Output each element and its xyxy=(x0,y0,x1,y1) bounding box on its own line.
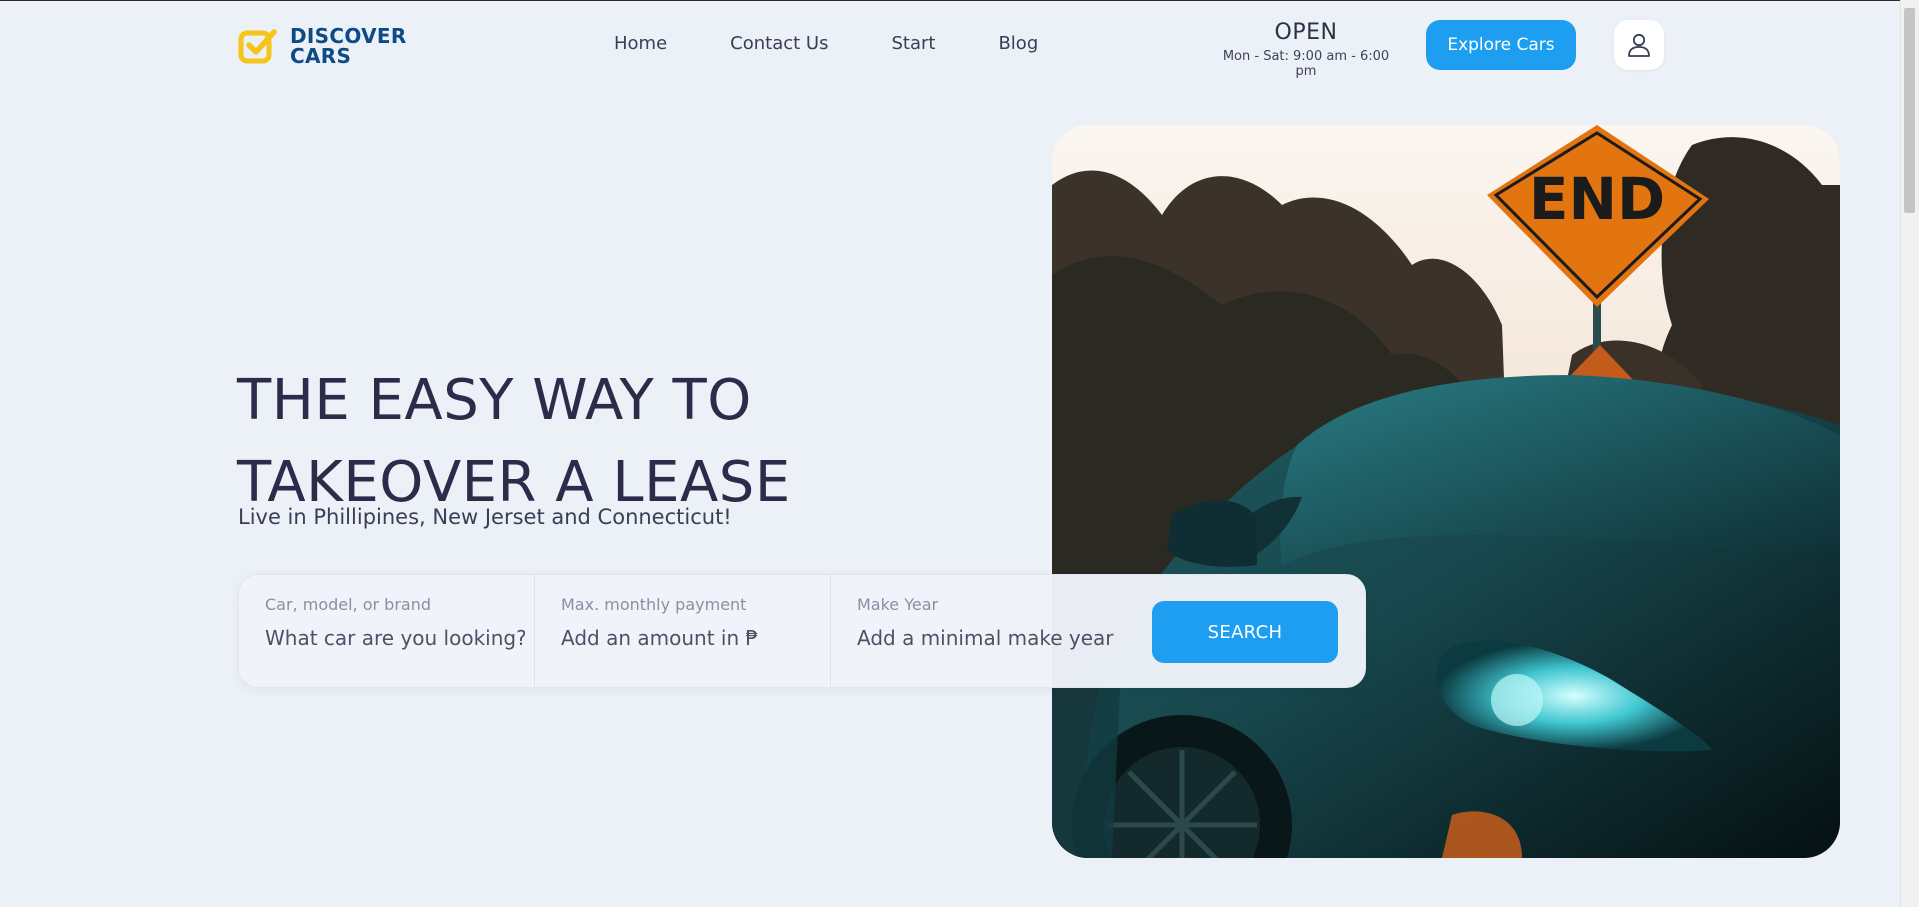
business-hours: OPEN Mon - Sat: 9:00 am - 6:00 pm xyxy=(1222,20,1390,79)
brand-logo[interactable]: DISCOVER CARS xyxy=(238,26,407,66)
sign-text: END xyxy=(1529,165,1665,233)
max-monthly-payment-input[interactable] xyxy=(561,626,821,650)
search-field-car: Car, model, or brand xyxy=(239,575,534,687)
search-field-payment: Max. monthly payment xyxy=(534,575,830,687)
hero-title-line-1: THE EASY WAY TO xyxy=(237,367,752,433)
nav-blog[interactable]: Blog xyxy=(998,33,1038,54)
brand-line-2: CARS xyxy=(290,44,352,68)
hero-title: THE EASY WAY TO TAKEOVER A LEASE xyxy=(237,360,857,524)
nav-contact-us[interactable]: Contact Us xyxy=(730,33,828,54)
car-field-label: Car, model, or brand xyxy=(265,595,432,614)
hero-car-image: END xyxy=(1052,125,1840,858)
payment-field-label: Max. monthly payment xyxy=(561,595,747,614)
site-header: DISCOVER CARS Home Contact Us Start Blog… xyxy=(0,0,1900,90)
car-search-bar: Car, model, or brand Max. monthly paymen… xyxy=(238,574,1366,688)
search-field-year: Make Year xyxy=(830,575,1153,687)
open-status: OPEN xyxy=(1274,20,1338,45)
make-year-input[interactable] xyxy=(857,626,1117,650)
opening-hours: Mon - Sat: 9:00 am - 6:00 pm xyxy=(1222,49,1390,79)
user-icon xyxy=(1628,33,1650,57)
brand-line-1: DISCOVER xyxy=(290,24,407,48)
checkbox-logo-icon xyxy=(238,26,278,66)
car-model-brand-input[interactable] xyxy=(265,626,525,650)
hero-subtitle: Live in Phillipines, New Jerset and Conn… xyxy=(238,505,732,529)
page-scrollbar[interactable] xyxy=(1900,0,1919,907)
nav-home[interactable]: Home xyxy=(614,33,667,54)
nav-start[interactable]: Start xyxy=(891,33,935,54)
search-button[interactable]: SEARCH xyxy=(1152,601,1338,663)
brand-name: DISCOVER CARS xyxy=(290,26,407,66)
scrollbar-thumb[interactable] xyxy=(1904,8,1915,213)
main-nav: Home Contact Us Start Blog xyxy=(614,33,1101,54)
year-field-label: Make Year xyxy=(857,595,939,614)
explore-cars-button[interactable]: Explore Cars xyxy=(1426,20,1576,70)
user-account-button[interactable] xyxy=(1614,20,1664,70)
